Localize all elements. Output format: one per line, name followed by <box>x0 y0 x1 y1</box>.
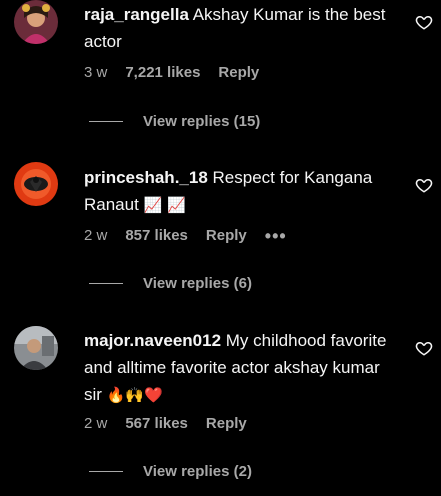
avatar[interactable] <box>14 326 58 370</box>
comment-timestamp: 2 w <box>84 227 108 244</box>
reply-button[interactable]: Reply <box>206 227 247 244</box>
divider-line <box>89 471 123 472</box>
view-replies-button[interactable]: View replies (6) <box>89 275 252 292</box>
comment-likes[interactable]: 857 likes <box>125 227 188 244</box>
heart-outline-icon[interactable] <box>415 176 433 194</box>
comment-timestamp: 3 w <box>84 64 108 81</box>
view-replies-button[interactable]: View replies (2) <box>89 463 252 480</box>
comment-meta: 3 w 7,221 likes Reply <box>84 64 277 81</box>
chart-increasing-emoji: 📈 📈 <box>143 196 186 214</box>
heart-outline-icon[interactable] <box>415 339 433 357</box>
comment-meta: 2 w 857 likes Reply ••• <box>84 227 305 245</box>
comment-timestamp: 2 w <box>84 415 108 432</box>
comment-text-block: major.naveen012 My childhood favorite an… <box>84 327 402 409</box>
comment-text-block: princeshah._18 Respect for Kangana Ranau… <box>84 164 402 219</box>
divider-line <box>89 283 123 284</box>
reply-button[interactable]: Reply <box>218 64 259 81</box>
view-replies-label: View replies (15) <box>143 113 261 130</box>
heart-outline-icon[interactable] <box>415 13 433 31</box>
divider-line <box>89 121 123 122</box>
comment-username[interactable]: raja_rangella <box>84 5 189 24</box>
comment-username[interactable]: major.naveen012 <box>84 331 221 350</box>
view-replies-label: View replies (2) <box>143 463 252 480</box>
avatar[interactable] <box>14 162 58 206</box>
comment-likes[interactable]: 7,221 likes <box>125 64 200 81</box>
comment-likes[interactable]: 567 likes <box>125 415 188 432</box>
fire-hands-heart-emoji: 🔥🙌❤️ <box>106 386 163 404</box>
view-replies-label: View replies (6) <box>143 275 252 292</box>
reply-button[interactable]: Reply <box>206 415 247 432</box>
comment-meta: 2 w 567 likes Reply <box>84 415 265 432</box>
view-replies-button[interactable]: View replies (15) <box>89 113 260 130</box>
comment-text-block: raja_rangella Akshay Kumar is the best a… <box>84 1 402 55</box>
avatar[interactable] <box>14 0 58 44</box>
more-options-icon[interactable]: ••• <box>265 227 287 245</box>
comment-username[interactable]: princeshah._18 <box>84 168 208 187</box>
